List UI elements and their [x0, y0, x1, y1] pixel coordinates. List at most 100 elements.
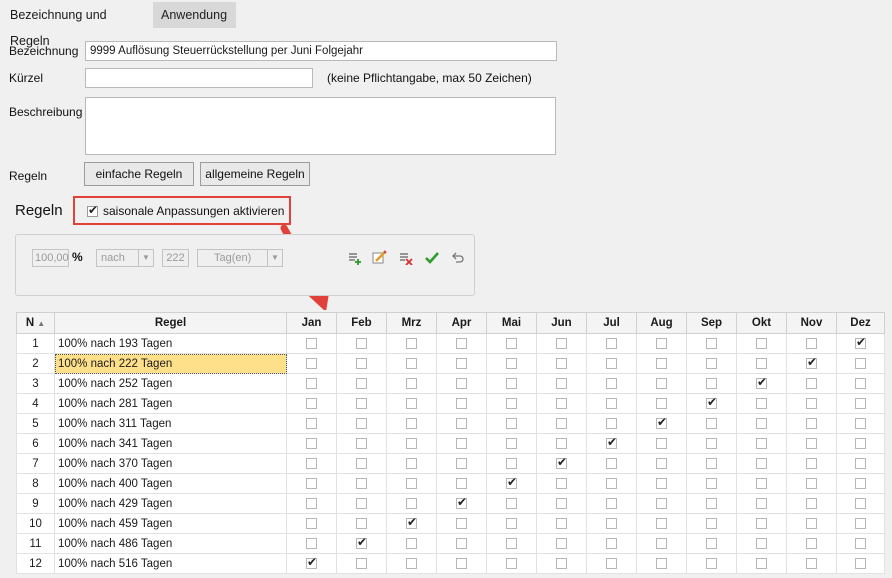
- table-row[interactable]: 10 100% nach 459 Tagen: [16, 513, 885, 534]
- month-checkbox[interactable]: [855, 517, 866, 529]
- month-checkbox[interactable]: [306, 437, 317, 449]
- seasonal-checkbox[interactable]: [87, 203, 98, 218]
- month-checkbox[interactable]: [756, 357, 767, 369]
- month-checkbox[interactable]: [756, 375, 767, 389]
- column-header-month[interactable]: Mrz: [386, 312, 437, 334]
- month-checkbox[interactable]: [356, 557, 367, 569]
- unit-select[interactable]: Tag(en) ▼: [197, 249, 283, 267]
- month-checkbox[interactable]: [506, 497, 517, 509]
- month-checkbox[interactable]: [806, 557, 817, 569]
- rule-cell[interactable]: 100% nach 252 Tagen: [54, 373, 287, 394]
- month-checkbox[interactable]: [806, 397, 817, 409]
- month-checkbox[interactable]: [456, 337, 467, 349]
- table-row[interactable]: 2 100% nach 222 Tagen: [16, 353, 885, 374]
- percent-input[interactable]: 100,00: [32, 249, 69, 267]
- rule-cell[interactable]: 100% nach 311 Tagen: [54, 413, 287, 434]
- month-checkbox[interactable]: [656, 337, 667, 349]
- month-checkbox[interactable]: [556, 477, 567, 489]
- month-checkbox[interactable]: [306, 377, 317, 389]
- month-checkbox[interactable]: [506, 537, 517, 549]
- month-checkbox[interactable]: [806, 477, 817, 489]
- month-checkbox[interactable]: [606, 417, 617, 429]
- month-checkbox[interactable]: [306, 357, 317, 369]
- month-checkbox[interactable]: [456, 457, 467, 469]
- einfache-regeln-button[interactable]: einfache Regeln: [84, 162, 194, 186]
- month-checkbox[interactable]: [806, 457, 817, 469]
- rule-cell[interactable]: 100% nach 222 Tagen: [54, 353, 287, 374]
- month-checkbox[interactable]: [306, 337, 317, 349]
- month-checkbox[interactable]: [855, 477, 866, 489]
- month-checkbox[interactable]: [806, 337, 817, 349]
- month-checkbox[interactable]: [706, 517, 717, 529]
- month-checkbox[interactable]: [806, 497, 817, 509]
- bezeichnung-input[interactable]: 9999 Auflösung Steuerrückstellung per Ju…: [85, 41, 557, 61]
- month-checkbox[interactable]: [606, 435, 617, 449]
- month-checkbox[interactable]: [456, 377, 467, 389]
- month-checkbox[interactable]: [706, 395, 717, 409]
- rule-cell[interactable]: 100% nach 281 Tagen: [54, 393, 287, 414]
- month-checkbox[interactable]: [656, 397, 667, 409]
- edit-icon[interactable]: [372, 250, 387, 265]
- month-checkbox[interactable]: [756, 417, 767, 429]
- month-checkbox[interactable]: [756, 437, 767, 449]
- month-checkbox[interactable]: [806, 537, 817, 549]
- month-checkbox[interactable]: [506, 475, 517, 489]
- nach-select[interactable]: nach ▼: [96, 249, 154, 267]
- month-checkbox[interactable]: [456, 357, 467, 369]
- month-checkbox[interactable]: [706, 417, 717, 429]
- month-checkbox[interactable]: [606, 477, 617, 489]
- month-checkbox[interactable]: [606, 377, 617, 389]
- month-checkbox[interactable]: [456, 495, 467, 509]
- rule-cell[interactable]: 100% nach 486 Tagen: [54, 533, 287, 554]
- month-checkbox[interactable]: [306, 457, 317, 469]
- table-row[interactable]: 9 100% nach 429 Tagen: [16, 493, 885, 514]
- month-checkbox[interactable]: [556, 417, 567, 429]
- month-checkbox[interactable]: [556, 497, 567, 509]
- month-checkbox[interactable]: [506, 457, 517, 469]
- month-checkbox[interactable]: [855, 335, 866, 349]
- month-checkbox[interactable]: [656, 497, 667, 509]
- month-checkbox[interactable]: [556, 377, 567, 389]
- month-checkbox[interactable]: [506, 557, 517, 569]
- table-row[interactable]: 12 100% nach 516 Tagen: [16, 553, 885, 574]
- beschreibung-textarea[interactable]: [85, 97, 556, 155]
- month-checkbox[interactable]: [306, 397, 317, 409]
- rule-cell[interactable]: 100% nach 400 Tagen: [54, 473, 287, 494]
- month-checkbox[interactable]: [406, 437, 417, 449]
- month-checkbox[interactable]: [456, 557, 467, 569]
- undo-icon[interactable]: [451, 252, 464, 264]
- column-header-month[interactable]: Aug: [636, 312, 687, 334]
- month-checkbox[interactable]: [656, 357, 667, 369]
- month-checkbox[interactable]: [656, 377, 667, 389]
- month-checkbox[interactable]: [606, 497, 617, 509]
- column-header-month[interactable]: Feb: [336, 312, 387, 334]
- table-row[interactable]: 1 100% nach 193 Tagen: [16, 333, 885, 354]
- month-checkbox[interactable]: [356, 417, 367, 429]
- month-checkbox[interactable]: [756, 477, 767, 489]
- month-checkbox[interactable]: [456, 397, 467, 409]
- month-checkbox[interactable]: [606, 557, 617, 569]
- month-checkbox[interactable]: [356, 457, 367, 469]
- month-checkbox[interactable]: [356, 357, 367, 369]
- month-checkbox[interactable]: [706, 337, 717, 349]
- month-checkbox[interactable]: [506, 417, 517, 429]
- month-checkbox[interactable]: [855, 397, 866, 409]
- month-checkbox[interactable]: [456, 417, 467, 429]
- month-checkbox[interactable]: [556, 537, 567, 549]
- month-checkbox[interactable]: [506, 397, 517, 409]
- month-checkbox[interactable]: [456, 517, 467, 529]
- month-checkbox[interactable]: [356, 437, 367, 449]
- month-checkbox[interactable]: [556, 397, 567, 409]
- column-header-month[interactable]: Nov: [786, 312, 837, 334]
- month-checkbox[interactable]: [406, 457, 417, 469]
- month-checkbox[interactable]: [756, 397, 767, 409]
- rule-cell[interactable]: 100% nach 341 Tagen: [54, 433, 287, 454]
- month-checkbox[interactable]: [656, 437, 667, 449]
- month-checkbox[interactable]: [806, 437, 817, 449]
- month-checkbox[interactable]: [406, 497, 417, 509]
- month-checkbox[interactable]: [656, 517, 667, 529]
- month-checkbox[interactable]: [406, 557, 417, 569]
- column-header-month[interactable]: Jan: [286, 312, 337, 334]
- delete-icon[interactable]: [399, 251, 413, 265]
- month-checkbox[interactable]: [656, 557, 667, 569]
